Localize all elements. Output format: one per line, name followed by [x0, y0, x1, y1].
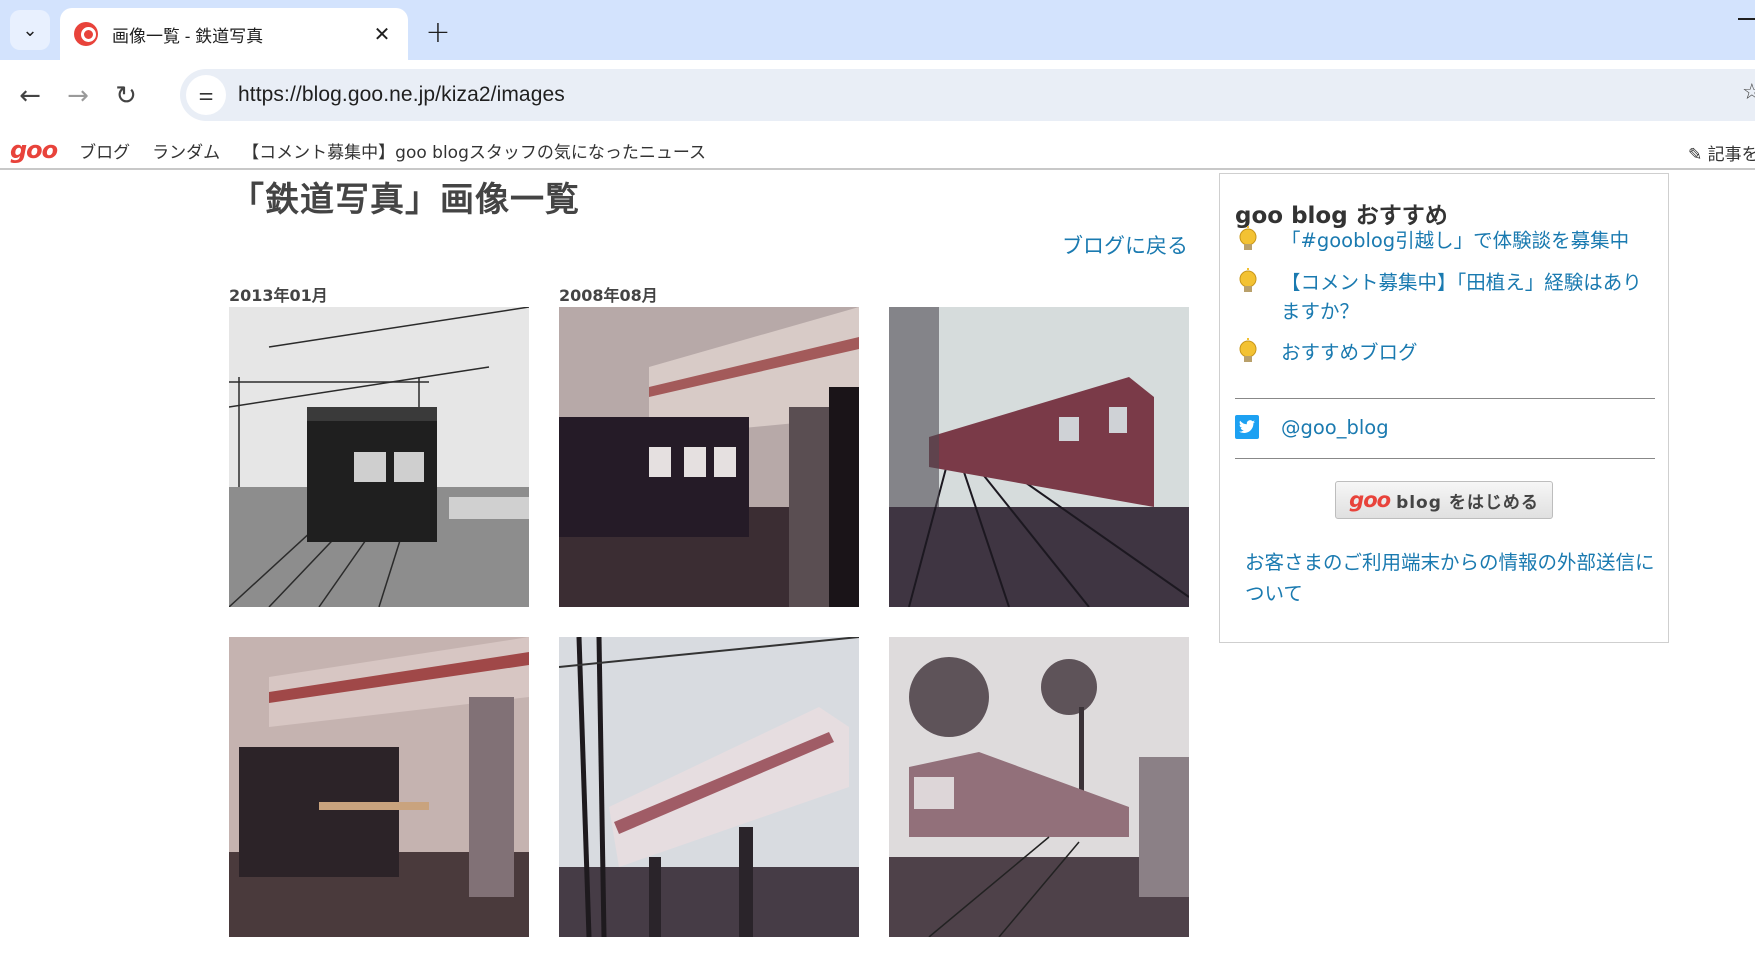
image-thumbnail[interactable] — [889, 307, 1189, 607]
bookmark-star-icon[interactable]: ☆ — [1742, 80, 1755, 105]
image-thumbnail[interactable] — [559, 637, 859, 937]
forward-arrow-icon: → — [67, 81, 89, 111]
back-button[interactable]: ← — [10, 76, 50, 116]
bookmark-news[interactable]: 【コメント募集中】goo blogスタッフの気になったニュース — [242, 138, 706, 163]
lightbulb-icon — [1239, 226, 1257, 250]
goo-logo[interactable]: goo — [10, 136, 58, 164]
image-thumbnail[interactable] — [229, 637, 529, 937]
month-label: 2008年08月 — [559, 286, 658, 305]
bookmarks-bar: goo ブログ ランダム 【コメント募集中】goo blogスタッフの気になった… — [0, 132, 1755, 170]
back-to-blog-link[interactable]: ブログに戻る — [1062, 230, 1188, 260]
month-label: 2013年01月 — [229, 286, 328, 305]
close-icon[interactable]: ✕ — [370, 22, 394, 46]
twitter-icon — [1235, 415, 1259, 439]
bookmark-random[interactable]: ランダム — [152, 138, 220, 163]
address-bar[interactable]: ⚌ https://blog.goo.ne.jp/kiza2/images — [180, 69, 1755, 121]
back-arrow-icon: ← — [19, 81, 41, 111]
new-tab-button[interactable]: + — [420, 14, 456, 50]
forward-button[interactable]: → — [58, 76, 98, 116]
image-thumbnail[interactable] — [889, 637, 1189, 937]
tab-title: 画像一覧 - 鉄道写真 — [112, 26, 264, 46]
goo-favicon-icon — [74, 22, 98, 46]
pencil-icon: ✎ — [1688, 145, 1703, 165]
privacy-link[interactable]: お客さまのご利用端末からの情報の外部送信について — [1245, 547, 1655, 609]
sidebar-link[interactable]: 【コメント募集中】「田植え」経験はありますか？ — [1281, 268, 1651, 326]
site-info-button[interactable]: ⚌ — [186, 75, 226, 115]
image-thumbnail[interactable] — [559, 307, 859, 607]
chevron-down-icon: ⌄ — [22, 19, 38, 41]
sidebar-link-item[interactable]: 【コメント募集中】「田植え」経験はありますか？ — [1235, 268, 1651, 326]
tab-search-button[interactable]: ⌄ — [10, 10, 50, 50]
page-title: 「鉄道写真」画像一覧 — [230, 180, 580, 220]
sidebar-link[interactable]: おすすめブログ — [1281, 338, 1651, 367]
browser-toolbar: ← → ↻ ⚌ https://blog.goo.ne.jp/kiza2/ima… — [0, 60, 1755, 132]
image-thumbnail[interactable] — [229, 307, 529, 607]
reload-button[interactable]: ↻ — [106, 76, 146, 116]
bookmark-blog[interactable]: ブログ — [79, 138, 130, 163]
goo-logo: goo — [1349, 488, 1391, 512]
tab-bar: ⌄ 画像一覧 - 鉄道写真 ✕ + — [0, 0, 1755, 60]
divider — [1235, 398, 1655, 399]
reload-icon: ↻ — [115, 81, 137, 111]
recommend-sidebar: goo blog おすすめ 「#gooblog引越し」で体験談を募集中 【コメン… — [1219, 173, 1669, 643]
tune-icon: ⚌ — [198, 85, 214, 105]
url-text[interactable]: https://blog.goo.ne.jp/kiza2/images — [238, 83, 565, 107]
minimize-icon[interactable] — [1738, 18, 1755, 20]
sidebar-title: goo blog おすすめ — [1235, 203, 1448, 229]
sidebar-link-item[interactable]: 「#gooblog引越し」で体験談を募集中 — [1235, 226, 1651, 256]
active-tab[interactable]: 画像一覧 - 鉄道写真 ✕ — [60, 8, 408, 60]
page-content: 「鉄道写真」画像一覧 ブログに戻る 2013年01月 2008年08月 goo … — [0, 172, 1755, 967]
twitter-link[interactable]: @goo_blog — [1281, 413, 1651, 442]
sidebar-link[interactable]: 「#gooblog引越し」で体験談を募集中 — [1281, 226, 1651, 255]
sidebar-link-item[interactable]: おすすめブログ — [1235, 338, 1651, 368]
divider — [1235, 458, 1655, 459]
lightbulb-icon — [1239, 338, 1257, 362]
lightbulb-icon — [1239, 268, 1257, 292]
start-blog-button[interactable]: goo blog をはじめる — [1335, 481, 1553, 519]
start-button-label: blog をはじめる — [1396, 492, 1539, 513]
twitter-item[interactable]: @goo_blog — [1235, 413, 1651, 442]
bookmark-post[interactable]: ✎ 記事を — [1688, 140, 1755, 165]
